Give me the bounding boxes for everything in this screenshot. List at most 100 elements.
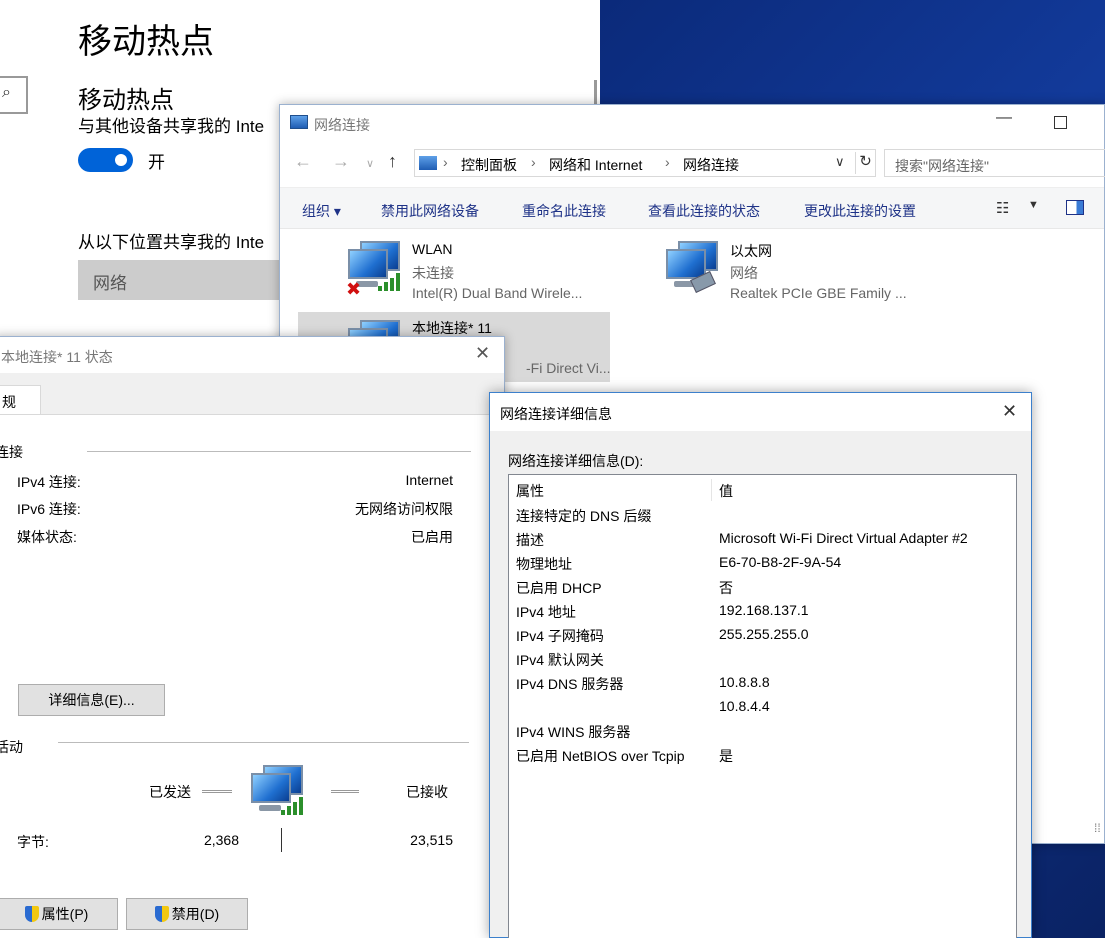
list-item[interactable]: IPv4 WINS 服务器 — [509, 719, 1016, 743]
breadcrumb-network-internet[interactable]: 网络和 Internet — [549, 155, 642, 175]
property-cell: 已启用 NetBIOS over Tcpip — [516, 748, 685, 764]
list-item[interactable]: 已启用 DHCP 否 — [509, 575, 1016, 599]
bytes-received-value: 23,515 — [410, 832, 453, 848]
list-item[interactable]: IPv4 地址 192.168.137.1 — [509, 599, 1016, 623]
column-separator[interactable] — [711, 479, 712, 501]
breadcrumb-separator-icon: › — [443, 154, 448, 170]
hotspot-toggle[interactable] — [78, 148, 133, 172]
list-item[interactable]: IPv4 子网掩码 255.255.255.0 — [509, 623, 1016, 647]
title-bar[interactable]: 网络连接详细信息 ✕ — [490, 393, 1031, 431]
activity-divider — [281, 828, 282, 852]
sent-line — [202, 790, 232, 793]
settings-search-box[interactable]: ⌕ — [0, 76, 28, 114]
connection-wlan[interactable]: ✖ WLAN 未连接 Intel(R) Dual Band Wirele... — [346, 239, 626, 303]
forward-arrow-icon[interactable]: → — [332, 151, 350, 172]
back-arrow-icon[interactable]: ← — [294, 151, 312, 172]
preview-pane-icon[interactable] — [1066, 200, 1084, 215]
close-icon[interactable]: ✕ — [1002, 401, 1017, 422]
toggle-label: 开 — [148, 153, 165, 172]
disable-device-button[interactable]: 禁用此网络设备 — [381, 201, 479, 221]
change-settings-button[interactable]: 更改此连接的设置 — [804, 201, 916, 221]
refresh-icon[interactable]: ↻ — [855, 152, 875, 174]
control-panel-icon — [419, 156, 437, 170]
minimize-button[interactable]: — — [996, 109, 1012, 127]
value-cell: E6-70-B8-2F-9A-54 — [719, 554, 842, 570]
network-details-dialog: 网络连接详细信息 ✕ 网络连接详细信息(D): 属性 值 连接特定的 DNS 后… — [489, 392, 1032, 938]
ipv4-label: IPv4 连接: — [17, 474, 81, 490]
title-bar[interactable]: 本地连接* 11 状态 ✕ — [0, 337, 504, 373]
column-header-property[interactable]: 属性 — [516, 481, 544, 501]
property-cell: 已启用 DHCP — [516, 580, 602, 596]
resize-grip-icon[interactable]: ⁞⁞ — [1094, 821, 1101, 835]
page-title: 移动热点 — [78, 22, 214, 62]
property-cell: IPv4 子网掩码 — [516, 628, 604, 644]
list-item[interactable]: 连接特定的 DNS 后缀 — [509, 503, 1016, 527]
connection-status-dialog: 本地连接* 11 状态 ✕ 规 连接 IPv4 连接: Internet IPv… — [0, 336, 506, 938]
ipv6-value: 无网络访问权限 — [355, 501, 453, 517]
connection-status: 网络 — [730, 265, 758, 281]
activity-group-label: 活动 — [0, 739, 23, 755]
search-input[interactable]: 搜索"网络连接" — [884, 149, 1105, 177]
list-item[interactable]: 已启用 NetBIOS over Tcpip 是 — [509, 743, 1016, 767]
connection-status: 未连接 — [412, 265, 454, 281]
view-options-icon[interactable]: ☷ — [996, 199, 1016, 217]
wifi-adapter-icon: ✖ — [346, 239, 402, 299]
disable-button[interactable]: 禁用(D) — [126, 898, 248, 930]
share-description: 与其他设备共享我的 Inte — [78, 117, 265, 136]
command-bar: 组织 ▾ 禁用此网络设备 重命名此连接 查看此连接的状态 更改此连接的设置 ☷ … — [280, 187, 1104, 229]
connection-group-label: 连接 — [0, 444, 23, 460]
network-folder-icon — [290, 115, 308, 129]
sent-label: 已发送 — [149, 784, 191, 800]
value-cell: 10.8.4.4 — [719, 698, 770, 714]
divider — [58, 742, 469, 743]
connection-name: 以太网 — [730, 243, 772, 259]
signal-bars-icon — [376, 271, 402, 291]
property-cell: IPv4 地址 — [516, 604, 576, 620]
chevron-down-icon[interactable]: ∨ — [835, 154, 845, 170]
ipv6-label: IPv6 连接: — [17, 501, 81, 517]
search-icon: ⌕ — [2, 84, 11, 101]
connection-name: 本地连接* 11 — [412, 320, 492, 336]
ipv4-value: Internet — [405, 472, 453, 488]
uac-shield-icon — [24, 906, 39, 922]
breadcrumb-network-connections[interactable]: 网络连接 — [683, 155, 739, 175]
breadcrumb-separator-icon: › — [531, 154, 536, 170]
list-item[interactable]: IPv4 DNS 服务器 10.8.8.8 — [509, 671, 1016, 695]
maximize-button[interactable] — [1054, 116, 1067, 129]
connection-ethernet[interactable]: 以太网 网络 Realtek PCIe GBE Family ... — [664, 239, 944, 303]
title-bar[interactable]: 网络连接 — — [280, 105, 1104, 141]
up-arrow-icon[interactable]: ↑ — [388, 151, 397, 172]
property-cell: IPv4 WINS 服务器 — [516, 724, 631, 740]
address-bar[interactable]: › 控制面板 › 网络和 Internet › 网络连接 ∨ ↻ — [414, 149, 876, 177]
list-item[interactable]: 10.8.4.4 — [509, 695, 1016, 719]
details-list-label: 网络连接详细信息(D): — [508, 453, 644, 469]
close-icon[interactable]: ✕ — [475, 343, 490, 364]
view-status-button[interactable]: 查看此连接的状态 — [648, 201, 760, 221]
property-cell: 连接特定的 DNS 后缀 — [516, 508, 652, 524]
details-button[interactable]: 详细信息(E)... — [18, 684, 165, 716]
network-activity-icon — [249, 763, 305, 817]
connection-name: WLAN — [412, 241, 453, 257]
recent-dropdown-icon[interactable]: ∨ — [366, 157, 374, 170]
list-item[interactable]: 物理地址 E6-70-B8-2F-9A-54 — [509, 551, 1016, 575]
details-list[interactable]: 属性 值 连接特定的 DNS 后缀 描述 Microsoft Wi-Fi Dire… — [508, 474, 1017, 938]
disable-button-label: 禁用(D) — [171, 906, 220, 922]
tab-general[interactable]: 规 — [0, 385, 41, 415]
rename-connection-button[interactable]: 重命名此连接 — [522, 201, 606, 221]
signal-bars-icon — [279, 795, 305, 815]
address-row: ← → ∨ ↑ › 控制面板 › 网络和 Internet › 网络连接 ∨ ↻… — [280, 145, 1105, 181]
column-header-value[interactable]: 值 — [719, 481, 733, 501]
value-cell: 255.255.255.0 — [719, 626, 809, 642]
list-item[interactable]: 描述 Microsoft Wi-Fi Direct Virtual Adapter… — [509, 527, 1016, 551]
bytes-label: 字节: — [17, 834, 49, 850]
section-title: 移动热点 — [78, 86, 174, 114]
breadcrumb-control-panel[interactable]: 控制面板 — [461, 155, 517, 175]
connection-device: Realtek PCIe GBE Family ... — [730, 285, 907, 301]
view-dropdown-icon[interactable]: ▼ — [1028, 199, 1039, 211]
properties-button[interactable]: 属性(P) — [0, 898, 118, 930]
tab-label: 规 — [2, 394, 16, 410]
breadcrumb-separator-icon: › — [665, 154, 670, 170]
share-from-dropdown[interactable]: 网络 — [78, 260, 288, 300]
list-item[interactable]: IPv4 默认网关 — [509, 647, 1016, 671]
organize-menu[interactable]: 组织 ▾ — [302, 201, 341, 221]
